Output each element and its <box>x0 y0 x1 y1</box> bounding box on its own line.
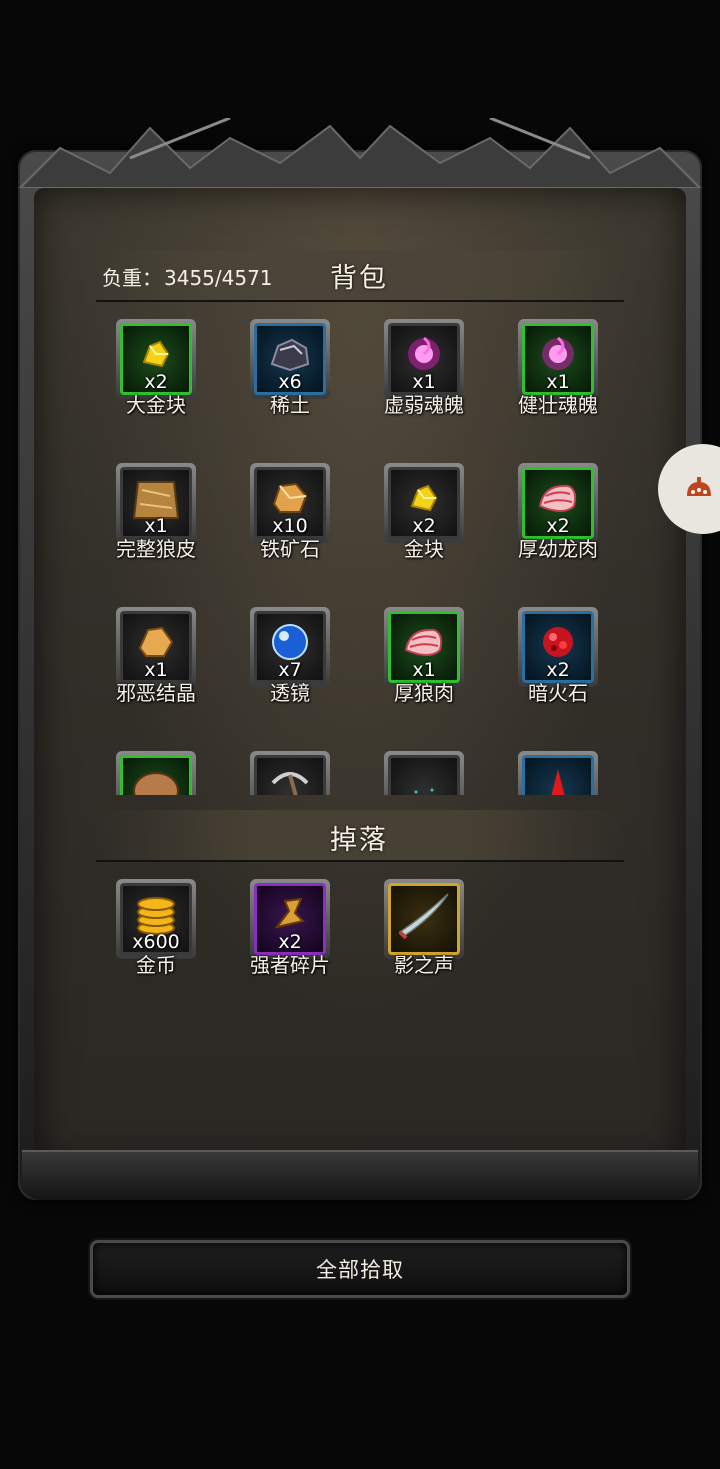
item-slot-frame <box>254 755 326 795</box>
backpack-item[interactable]: x1 完整狼皮 <box>96 459 216 579</box>
drop-item[interactable]: x2 强者碎片 <box>230 875 350 995</box>
item-slot-frame <box>120 755 192 795</box>
item-slot[interactable]: x1 <box>384 319 464 399</box>
red-shard-icon <box>538 761 578 795</box>
backpack-item[interactable] <box>230 747 350 795</box>
weight-indicator: 负重： 3455/4571 <box>102 262 273 291</box>
item-name: 暗火石 <box>528 681 588 705</box>
blade-icon <box>394 886 454 946</box>
sparkle-icon <box>404 766 444 795</box>
item-slot-frame <box>388 755 460 795</box>
item-name: 健壮魂魄 <box>518 393 598 417</box>
item-name: 稀土 <box>270 393 310 417</box>
item-slot[interactable]: x1 <box>384 607 464 687</box>
backpack-item[interactable]: x2 大金块 <box>96 315 216 435</box>
stone-icon <box>128 761 184 795</box>
backpack-title: 背包 <box>330 263 388 294</box>
item-name: 铁矿石 <box>260 537 320 561</box>
item-slot-frame <box>522 755 594 795</box>
backpack-item[interactable] <box>96 747 216 795</box>
item-slot-frame <box>388 883 460 955</box>
item-slot[interactable] <box>116 751 196 795</box>
item-name: 金块 <box>404 537 444 561</box>
backpack-item[interactable] <box>364 747 484 795</box>
item-slot[interactable]: x2 <box>384 463 464 543</box>
weight-label: 负重： <box>102 266 162 290</box>
backpack-item[interactable]: x1 健壮魂魄 <box>498 315 618 435</box>
frame-ornament <box>18 118 702 188</box>
backpack-item[interactable]: x1 虚弱魂魄 <box>364 315 484 435</box>
weight-value: 3455/4571 <box>164 266 273 290</box>
item-slot[interactable]: x1 <box>116 463 196 543</box>
item-slot[interactable]: x2 <box>116 319 196 399</box>
drops-grid: x600 金币 x2 强者碎片 影之声 <box>96 875 624 1015</box>
backpack-item[interactable]: x1 厚狼肉 <box>364 603 484 723</box>
drop-item[interactable]: x600 金币 <box>96 875 216 995</box>
backpack-item[interactable]: x2 厚幼龙肉 <box>498 459 618 579</box>
item-slot[interactable]: x1 <box>518 319 598 399</box>
item-slot[interactable]: x2 <box>518 463 598 543</box>
item-slot[interactable]: x1 <box>116 607 196 687</box>
item-slot[interactable] <box>250 751 330 795</box>
item-name: 虚弱魂魄 <box>384 393 464 417</box>
item-name: 强者碎片 <box>250 953 330 977</box>
item-name: 金币 <box>136 953 176 977</box>
item-name: 完整狼皮 <box>116 537 196 561</box>
backpack-item[interactable]: x7 透镜 <box>230 603 350 723</box>
backpack-item[interactable]: x10 铁矿石 <box>230 459 350 579</box>
item-name: 大金块 <box>126 393 186 417</box>
item-slot[interactable]: x10 <box>250 463 330 543</box>
item-slot[interactable]: x600 <box>116 879 196 959</box>
drops-title: 掉落 <box>330 825 388 856</box>
item-slot[interactable] <box>518 751 598 795</box>
item-slot[interactable]: x2 <box>518 607 598 687</box>
item-name: 厚幼龙肉 <box>518 537 598 561</box>
item-slot[interactable]: x6 <box>250 319 330 399</box>
backpack-item[interactable]: x6 稀土 <box>230 315 350 435</box>
drop-item[interactable]: 影之声 <box>364 875 484 995</box>
item-name: 透镜 <box>270 681 310 705</box>
pickup-all-button[interactable]: 全部拾取 <box>90 1240 630 1298</box>
item-slot[interactable]: x7 <box>250 607 330 687</box>
helmet-icon <box>687 477 711 496</box>
item-name: 影之声 <box>394 953 454 977</box>
backpack-grid[interactable]: x2 大金块 x6 稀土 x1 虚弱魂魄 x1 健壮魂魄 x1 完整狼皮 x10 铁矿石 x2 金块 x2 厚… <box>96 315 624 795</box>
item-slot[interactable] <box>384 879 464 959</box>
item-name: 厚狼肉 <box>394 681 454 705</box>
item-name: 邪恶结晶 <box>116 681 196 705</box>
item-slot[interactable] <box>384 751 464 795</box>
backpack-item[interactable]: x2 金块 <box>364 459 484 579</box>
backpack-item[interactable] <box>498 747 618 795</box>
backpack-item[interactable]: x2 暗火石 <box>498 603 618 723</box>
pickaxe-icon <box>265 761 315 795</box>
frame-bottom <box>22 1150 698 1200</box>
item-slot[interactable]: x2 <box>250 879 330 959</box>
backpack-item[interactable]: x1 邪恶结晶 <box>96 603 216 723</box>
